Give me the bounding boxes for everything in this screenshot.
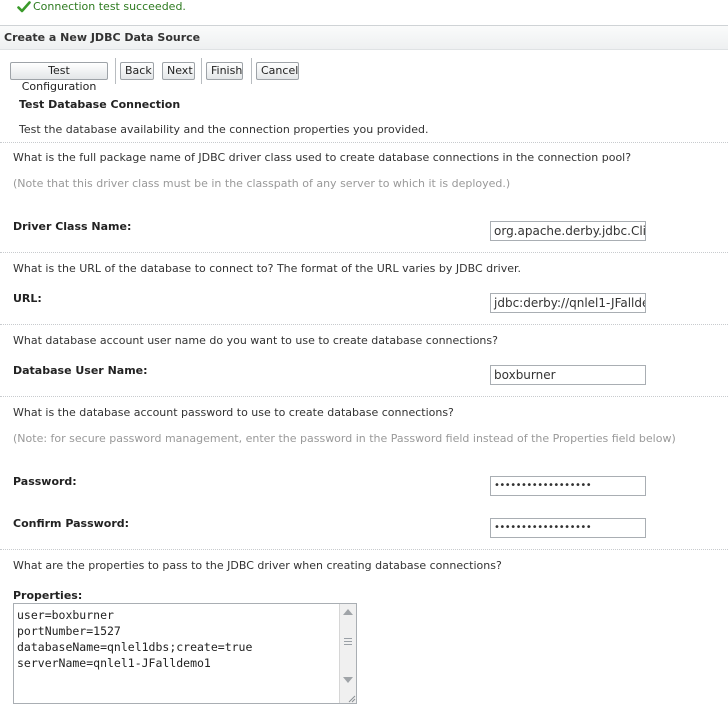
user-question: What database account user name do you w… (13, 334, 498, 347)
url-question: What is the URL of the database to conne… (13, 262, 521, 275)
url-input[interactable]: jdbc:derby://qnlel1-JFalldemo1:1527/qnle… (490, 293, 646, 313)
next-button[interactable]: Next (162, 62, 195, 80)
toolbar-divider (115, 58, 116, 84)
property-line: databaseName=qnlel1dbs;create=true (17, 640, 253, 654)
password-note: (Note: for secure password management, e… (13, 432, 676, 445)
scroll-down-icon[interactable] (343, 677, 353, 683)
section-title: Test Database Connection (19, 98, 181, 111)
divider (0, 252, 728, 253)
scroll-up-icon[interactable] (343, 609, 353, 615)
properties-question: What are the properties to pass to the J… (13, 559, 502, 572)
resize-grip-icon[interactable] (346, 693, 356, 703)
password-question: What is the database account password to… (13, 406, 454, 419)
status-message: Connection test succeeded. (0, 0, 728, 16)
driver-question: What is the full package name of JDBC dr… (13, 151, 632, 164)
user-name-label: Database User Name: (13, 364, 148, 377)
toolbar-divider (201, 58, 202, 84)
password-input[interactable]: •••••••••••••••••• (490, 476, 646, 496)
page-header: Create a New JDBC Data Source (0, 25, 728, 50)
page-title: Create a New JDBC Data Source (4, 31, 201, 44)
user-name-input[interactable]: boxburner (490, 365, 646, 385)
property-line: portNumber=1527 (17, 624, 121, 638)
confirm-password-input[interactable]: •••••••••••••••••• (490, 518, 646, 538)
url-label: URL: (13, 292, 42, 305)
section-description: Test the database availability and the c… (19, 123, 429, 136)
checkmark-icon (17, 1, 31, 13)
divider (0, 142, 728, 143)
test-configuration-button[interactable]: Test Configuration (10, 62, 108, 93)
password-label: Password: (13, 475, 77, 488)
properties-text: user=boxburner portNumber=1527 databaseN… (17, 607, 252, 671)
properties-label: Properties: (13, 589, 83, 602)
scroll-grip-icon[interactable] (344, 636, 352, 646)
cancel-button[interactable]: Cancel (256, 62, 299, 80)
divider (0, 549, 728, 550)
property-line: serverName=qnlel1-JFalldemo1 (17, 656, 211, 670)
driver-class-input[interactable]: org.apache.derby.jdbc.ClientDriver (490, 221, 646, 241)
textarea-scrollbar[interactable] (339, 604, 356, 703)
back-button[interactable]: Back (120, 62, 154, 80)
toolbar-divider (251, 58, 252, 84)
divider (0, 324, 728, 325)
confirm-password-label: Confirm Password: (13, 517, 130, 530)
status-text: Connection test succeeded. (33, 0, 186, 13)
property-line: user=boxburner (17, 608, 114, 622)
finish-button[interactable]: Finish (206, 62, 243, 80)
driver-note: (Note that this driver class must be in … (13, 177, 511, 190)
divider (0, 396, 728, 397)
driver-class-label: Driver Class Name: (13, 220, 132, 233)
properties-textarea[interactable]: user=boxburner portNumber=1527 databaseN… (13, 603, 357, 704)
